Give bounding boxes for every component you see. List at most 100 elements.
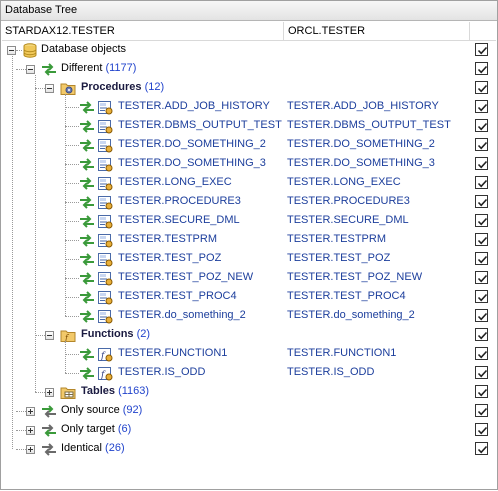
node-checkbox[interactable] xyxy=(475,157,488,170)
column-header: STARDAX12.TESTER ORCL.TESTER xyxy=(2,22,496,41)
tree-node-identical[interactable]: Identical (26) xyxy=(1,440,497,459)
tree-connector xyxy=(35,392,45,393)
tree-connector xyxy=(65,94,66,316)
node-checkbox[interactable] xyxy=(475,252,488,265)
node-checkbox[interactable] xyxy=(475,233,488,246)
database-tree-window: Database Tree STARDAX12.TESTER ORCL.TEST… xyxy=(0,0,498,490)
column-separator[interactable] xyxy=(283,22,284,41)
tree-connector xyxy=(16,411,26,412)
target-object-name: TESTER.SECURE_DML xyxy=(287,214,409,226)
source-only-arrows-icon xyxy=(41,404,57,419)
tree-connector xyxy=(65,259,79,260)
node-checkbox[interactable] xyxy=(475,271,488,284)
source-column-header[interactable]: STARDAX12.TESTER xyxy=(5,25,115,37)
tree-connector xyxy=(12,56,13,449)
tree-node-only-target[interactable]: Only target (6) xyxy=(1,421,497,440)
node-count: (2) xyxy=(136,328,151,340)
node-name: TESTER.TEST_POZ xyxy=(118,252,222,264)
node-checkbox[interactable] xyxy=(475,176,488,189)
tree-node-only-source[interactable]: Only source (92) xyxy=(1,402,497,421)
node-checkbox[interactable] xyxy=(475,423,488,436)
function-icon: f xyxy=(97,366,113,381)
column-separator[interactable] xyxy=(469,22,470,41)
target-object-name: TESTER.DBMS_OUTPUT_TEST xyxy=(287,119,451,131)
procedure-icon xyxy=(97,271,113,286)
window-title: Database Tree xyxy=(1,1,497,21)
expand-toggle[interactable] xyxy=(26,426,35,435)
tree-node-tables[interactable]: Tables (1163) xyxy=(1,383,497,402)
tree-connector xyxy=(35,335,45,336)
tree-connector xyxy=(65,202,79,203)
compare-arrows-icon xyxy=(79,157,95,172)
node-name: TESTER.TESTPRM xyxy=(118,233,218,245)
node-checkbox[interactable] xyxy=(475,195,488,208)
compare-arrows-icon xyxy=(79,100,95,115)
node-checkbox[interactable] xyxy=(475,214,488,227)
node-name: TESTER.FUNCTION1 xyxy=(118,347,228,359)
node-label: TESTER.FUNCTION1 xyxy=(118,347,227,359)
node-checkbox[interactable] xyxy=(475,328,488,341)
procedure-icon xyxy=(97,100,113,115)
target-only-arrows-icon xyxy=(41,423,57,438)
node-name: Only source xyxy=(61,404,120,416)
tree-node-functions[interactable]: f Functions (2) xyxy=(1,326,497,345)
node-checkbox[interactable] xyxy=(475,43,488,56)
node-name: Tables xyxy=(81,385,116,397)
collapse-toggle[interactable] xyxy=(45,331,54,340)
node-label: Different (1177) xyxy=(61,62,136,74)
node-checkbox[interactable] xyxy=(475,442,488,455)
identical-arrows-icon xyxy=(41,442,57,457)
node-checkbox[interactable] xyxy=(475,81,488,94)
tree-connector xyxy=(65,126,79,127)
tree-node-procedures[interactable]: Procedures (12) xyxy=(1,79,497,98)
node-name: TESTER.DO_SOMETHING_2 xyxy=(118,138,266,150)
node-checkbox[interactable] xyxy=(475,366,488,379)
procedure-icon xyxy=(97,214,113,229)
expand-toggle[interactable] xyxy=(45,388,54,397)
node-count: (1177) xyxy=(105,62,137,74)
procedure-icon xyxy=(97,252,113,267)
target-object-name: TESTER.DO_SOMETHING_2 xyxy=(287,138,435,150)
tree-connector xyxy=(65,278,79,279)
database-icon xyxy=(22,43,38,58)
tree-connector xyxy=(65,221,79,222)
node-name: TESTER.SECURE_DML xyxy=(118,214,240,226)
expand-toggle[interactable] xyxy=(26,407,35,416)
target-object-name: TESTER.PROCEDURE3 xyxy=(287,195,410,207)
node-checkbox[interactable] xyxy=(475,62,488,75)
node-count: (1163) xyxy=(118,385,150,397)
database-tree[interactable]: Database objects Different (1177) Procedur… xyxy=(1,41,497,491)
compare-arrows-icon xyxy=(79,214,95,229)
node-checkbox[interactable] xyxy=(475,404,488,417)
compare-arrows-icon xyxy=(79,138,95,153)
target-column-header[interactable]: ORCL.TESTER xyxy=(288,25,365,37)
node-name: Identical xyxy=(61,442,102,454)
node-label: TESTER.DO_SOMETHING_2 xyxy=(118,138,266,150)
node-checkbox[interactable] xyxy=(475,100,488,113)
node-count: (26) xyxy=(105,442,125,454)
node-name: Only target xyxy=(61,423,115,435)
tree-node-database-objects[interactable]: Database objects xyxy=(1,41,497,60)
procedure-icon xyxy=(97,195,113,210)
node-checkbox[interactable] xyxy=(475,290,488,303)
node-checkbox[interactable] xyxy=(475,309,488,322)
collapse-toggle[interactable] xyxy=(7,46,16,55)
node-label: TESTER.DO_SOMETHING_3 xyxy=(118,157,266,169)
node-label: TESTER.TEST_POZ xyxy=(118,252,221,264)
tree-node-different[interactable]: Different (1177) xyxy=(1,60,497,79)
target-object-name: TESTER.ADD_JOB_HISTORY xyxy=(287,100,439,112)
expand-toggle[interactable] xyxy=(26,445,35,454)
collapse-toggle[interactable] xyxy=(26,65,35,74)
node-checkbox[interactable] xyxy=(475,385,488,398)
node-label: TESTER.SECURE_DML xyxy=(118,214,240,226)
compare-arrows-icon xyxy=(41,62,57,77)
node-checkbox[interactable] xyxy=(475,138,488,151)
tree-connector xyxy=(65,297,79,298)
node-label: Tables (1163) xyxy=(81,385,149,397)
procedure-icon xyxy=(97,290,113,305)
node-checkbox[interactable] xyxy=(475,119,488,132)
node-label: Database objects xyxy=(41,43,126,55)
collapse-toggle[interactable] xyxy=(45,84,54,93)
tree-connector xyxy=(65,354,79,355)
node-checkbox[interactable] xyxy=(475,347,488,360)
